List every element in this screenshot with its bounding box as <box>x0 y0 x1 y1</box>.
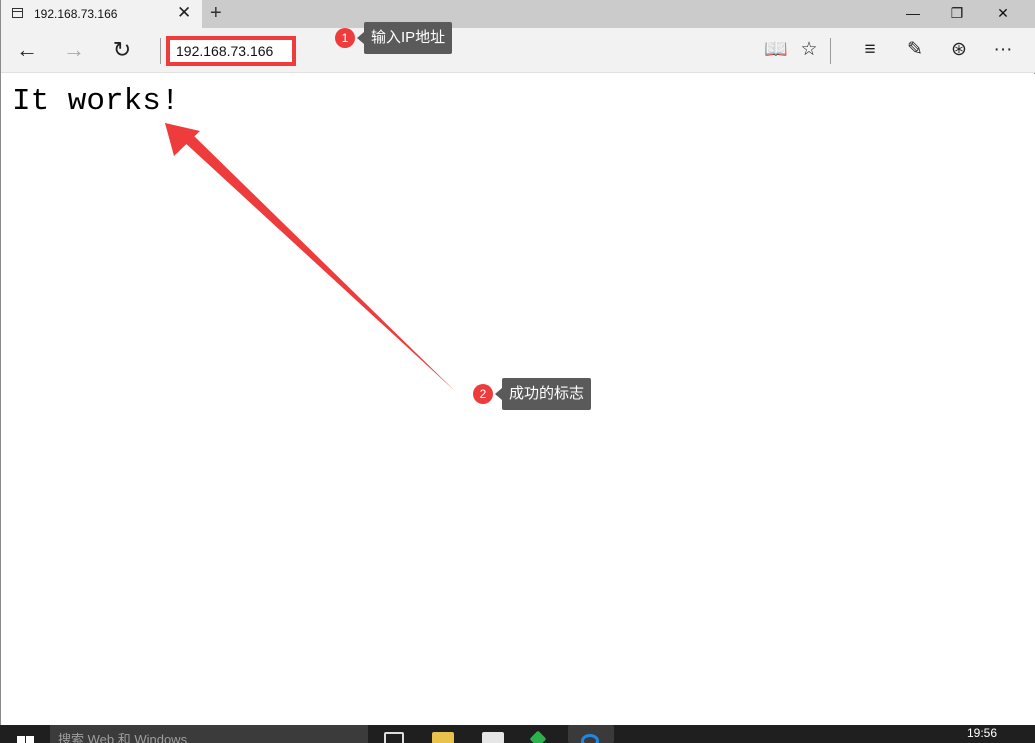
store-icon[interactable] <box>482 732 504 743</box>
clock[interactable]: 19:56 <box>967 726 997 740</box>
annotation-badge-2: 2 <box>473 384 493 404</box>
annotation-callout-1: 输入IP地址 <box>356 22 453 54</box>
annotation-arrow <box>165 123 456 392</box>
edge-icon <box>581 734 599 743</box>
app-icon[interactable] <box>529 730 547 743</box>
edge-taskbar-button[interactable] <box>568 725 614 743</box>
task-view-icon[interactable] <box>384 732 404 743</box>
windows-logo-icon[interactable] <box>17 736 34 743</box>
taskbar: 搜索 Web 和 Windows 19:56 <box>0 725 1035 743</box>
annotation-badge-1: 1 <box>335 28 355 48</box>
annotation-callout-2: 成功的标志 <box>494 378 592 410</box>
file-explorer-icon[interactable] <box>432 732 454 743</box>
taskbar-search[interactable]: 搜索 Web 和 Windows <box>50 725 368 743</box>
